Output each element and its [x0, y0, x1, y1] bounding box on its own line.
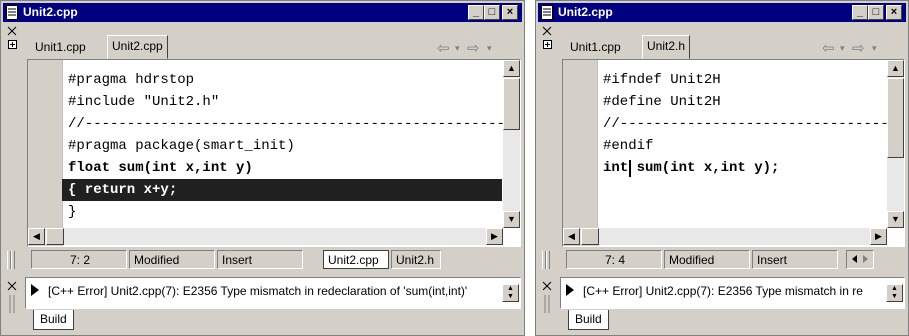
horizontal-scrollbar[interactable]: ◀ ▶	[28, 228, 503, 245]
code-line: #include "Unit2.h"	[68, 94, 220, 110]
code-line: #pragma hdrstop	[68, 72, 195, 88]
maximize-button[interactable]: □	[868, 5, 884, 20]
message-dock-strip[interactable]	[540, 279, 556, 315]
tab-unit1-cpp[interactable]: Unit1.cpp	[566, 37, 625, 59]
editor-tabbar: Unit1.cpp Unit2.h ⇦ ▾ ⇨ ▾	[562, 31, 905, 60]
vertical-scrollbar[interactable]: ▲ ▼	[887, 60, 904, 228]
window-title: Unit2.cpp	[23, 5, 78, 19]
status-bar: 7: 4 Modified Insert	[562, 247, 905, 271]
scroll-thumb[interactable]	[503, 78, 520, 130]
modified-status: Modified	[129, 250, 215, 269]
expand-icon[interactable]	[540, 25, 556, 55]
scroll-up-button[interactable]: ▲	[887, 60, 904, 77]
cursor-position: 7: 2	[31, 250, 127, 269]
modified-status: Modified	[664, 250, 750, 269]
message-dock-strip[interactable]	[5, 279, 21, 315]
scroll-thumb[interactable]	[581, 228, 599, 245]
editor-gutter	[28, 60, 63, 246]
dock-strip[interactable]	[5, 25, 21, 55]
maximize-button[interactable]: □	[484, 5, 500, 20]
message-panel[interactable]: [C++ Error] Unit2.cpp(7): E2356 Type mis…	[25, 277, 521, 309]
message-scroll-button[interactable]: ▲ ▼	[502, 284, 519, 302]
right-titlebar[interactable]: Unit2.cpp _ □ ×	[538, 3, 906, 22]
code-line: //--------------------------------------…	[603, 116, 904, 132]
left-editor-window: Unit2.cpp _ □ × Unit1.cpp Unit2.cpp ⇦ ▾ …	[0, 0, 525, 336]
dock-strip[interactable]	[540, 25, 556, 55]
file-tab-unit2-h[interactable]: Unit2.h	[391, 250, 441, 269]
toolbar-gripper[interactable]	[5, 251, 17, 269]
insert-mode: Insert	[217, 250, 303, 269]
file-icon	[6, 5, 18, 20]
code-line: #define Unit2H	[603, 94, 721, 110]
cursor-position: 7: 4	[566, 250, 662, 269]
toolbar-gripper[interactable]	[540, 251, 552, 269]
arrow-left-icon[interactable]: ⇦	[437, 39, 450, 57]
minimize-button[interactable]: _	[468, 5, 484, 20]
code-line: #ifndef Unit2H	[603, 72, 721, 88]
code-line-error: { return x+y;	[68, 182, 178, 198]
arrow-right-icon[interactable]: ⇨	[852, 39, 865, 57]
chevron-down-icon[interactable]: ▾	[840, 43, 845, 54]
scroll-down-button[interactable]: ▼	[887, 211, 904, 228]
chevron-down-icon[interactable]: ▾	[487, 43, 492, 54]
error-message[interactable]: [C++ Error] Unit2.cpp(7): E2356 Type mis…	[48, 284, 467, 298]
message-panel[interactable]: [C++ Error] Unit2.cpp(7): E2356 Type mis…	[560, 277, 905, 309]
error-message[interactable]: [C++ Error] Unit2.cpp(7): E2356 Type mis…	[583, 284, 863, 298]
tab-unit2-h[interactable]: Unit2.h	[642, 35, 691, 59]
right-editor-window: Unit2.cpp _ □ × Unit1.cpp Unit2.h ⇦ ▾ ⇨ …	[535, 0, 909, 336]
file-tab-unit2-cpp[interactable]: Unit2.cpp	[323, 250, 389, 269]
editor-gutter	[563, 60, 598, 246]
chevron-down-icon[interactable]: ▾	[872, 43, 877, 54]
scroll-down-button[interactable]: ▼	[503, 211, 520, 228]
code-line: //--------------------------------------…	[68, 116, 521, 132]
tab-unit2-cpp[interactable]: Unit2.cpp	[107, 35, 168, 59]
arrow-left-icon[interactable]: ⇦	[822, 39, 835, 57]
message-scroll-button[interactable]: ▲ ▼	[886, 284, 903, 302]
text-cursor	[629, 160, 631, 177]
scroll-up-button[interactable]: ▲	[503, 60, 520, 77]
window-title: Unit2.cpp	[558, 5, 613, 19]
code-line: #pragma package(smart_init)	[68, 138, 295, 154]
build-tab[interactable]: Build	[568, 310, 609, 330]
close-button[interactable]: ×	[886, 5, 902, 20]
expand-icon[interactable]	[5, 25, 21, 55]
left-titlebar[interactable]: Unit2.cpp _ □ ×	[3, 3, 522, 22]
close-button[interactable]: ×	[502, 5, 518, 20]
code-editor[interactable]: #ifndef Unit2H #define Unit2H //--------…	[562, 59, 905, 247]
scroll-thumb[interactable]	[887, 78, 904, 158]
build-tab[interactable]: Build	[33, 310, 74, 330]
code-line: float sum(int x,int y)	[68, 160, 253, 176]
code-line: #endif	[603, 138, 654, 154]
close-icon[interactable]	[5, 279, 21, 315]
close-icon[interactable]	[540, 279, 556, 315]
editor-tabbar: Unit1.cpp Unit2.cpp ⇦ ▾ ⇨ ▾	[27, 31, 521, 60]
file-icon	[541, 5, 553, 20]
scroll-left-button[interactable]: ◀	[563, 228, 580, 245]
play-icon	[566, 284, 574, 296]
scroll-thumb[interactable]	[46, 228, 64, 245]
insert-mode: Insert	[752, 250, 838, 269]
horizontal-scrollbar[interactable]: ◀ ▶	[563, 228, 887, 245]
scroll-left-button[interactable]: ◀	[28, 228, 45, 245]
tab-unit1-cpp[interactable]: Unit1.cpp	[31, 37, 90, 59]
status-bar: 7: 2 Modified Insert Unit2.cpp Unit2.h	[27, 247, 521, 271]
scroll-right-button[interactable]: ▶	[870, 228, 887, 245]
file-tabs-scroller[interactable]	[846, 250, 874, 269]
arrow-right-icon[interactable]: ⇨	[467, 39, 480, 57]
code-editor[interactable]: #pragma hdrstop #include "Unit2.h" //---…	[27, 59, 521, 247]
play-icon	[31, 284, 39, 296]
chevron-down-icon[interactable]: ▾	[455, 43, 460, 54]
scroll-right-button[interactable]: ▶	[486, 228, 503, 245]
arrows-icon[interactable]	[847, 251, 873, 268]
vertical-scrollbar[interactable]: ▲ ▼	[503, 60, 520, 228]
minimize-button[interactable]: _	[852, 5, 868, 20]
code-line: }	[68, 204, 77, 220]
